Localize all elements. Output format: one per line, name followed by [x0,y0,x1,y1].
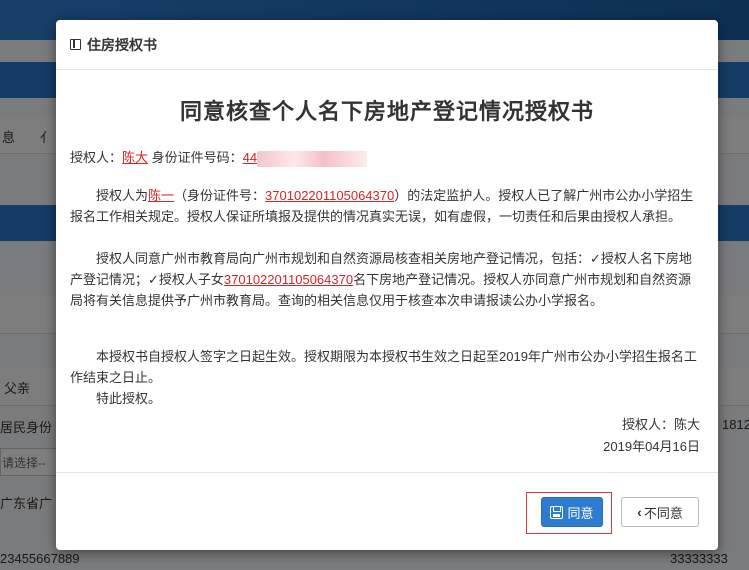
child-id-number: 370102201105064370 [265,188,395,203]
signature-grantor: 授权人：陈大 [621,417,700,432]
document-title: 同意核查个人名下房地产登记情况授权书 [179,99,594,124]
disagree-button[interactable]: ‹ 不同意 [621,497,699,527]
chevron-left-icon: ‹ [637,504,642,520]
guardian-name: 陈一 [148,188,175,203]
save-icon [550,505,564,519]
grantor-name: 陈大 [122,150,149,165]
signature-date: 2019年04月16日 [603,439,700,454]
paragraph-closing: 特此授权。 [96,391,162,406]
modal-header: 住房授权书 [56,20,718,70]
child-id-number: 370102201105064370 [223,272,354,287]
grantor-line: 授权人：陈大 身份证件号码：44 [70,147,704,168]
modal-title: 住房授权书 [87,37,157,53]
paragraph-guardian: 授权人为陈一（身份证件号：370102201105064370）的法定监护人。授… [70,188,694,224]
paragraph-consent: 授权人同意广州市教育局向广州市规划和自然资源局核查相关房地产登记情况，包括：✓授… [70,251,692,308]
modal-footer: 同意 ‹ 不同意 [56,472,718,550]
document-icon [70,39,81,50]
paragraph-validity: 本授权书自授权人签字之日起生效。授权期限为本授权书生效之日起至2019年广州市公… [70,349,697,385]
redacted-id [257,150,368,167]
authorization-modal: 住房授权书 同意核查个人名下房地产登记情况授权书 授权人：陈大 身份证件号码：4… [56,20,718,550]
agree-button[interactable]: 同意 [541,497,603,527]
grantor-id: 44 [242,150,258,165]
